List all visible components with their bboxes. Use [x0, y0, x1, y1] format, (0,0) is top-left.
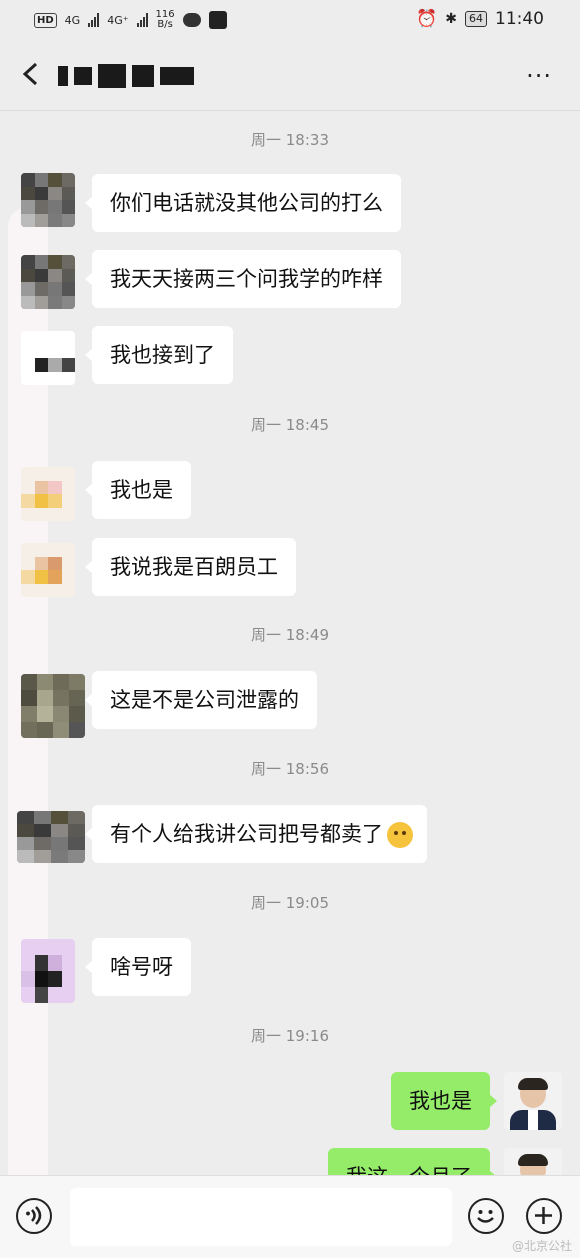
timestamp: 周一 19:16: [251, 1027, 329, 1045]
alarm-icon: ⏰: [416, 9, 438, 29]
network-4g-plus-label: 4G⁺: [107, 13, 129, 27]
voice-input-icon[interactable]: [16, 1198, 52, 1234]
avatar[interactable]: [21, 939, 75, 1003]
message-bubble[interactable]: 我说我是百朗员工: [85, 538, 296, 596]
timestamp: 周一 18:56: [251, 760, 329, 778]
avatar[interactable]: [21, 674, 85, 738]
network-speed: 116 B/s: [155, 9, 175, 30]
message-bubble[interactable]: 这是不是公司泄露的: [85, 671, 317, 729]
message-bubble[interactable]: 你们电话就没其他公司的打么: [85, 174, 401, 232]
message-bubble[interactable]: 我天天接两三个问我学的咋样: [85, 250, 401, 308]
my-avatar[interactable]: [504, 1148, 562, 1175]
message-bubble[interactable]: 我也接到了: [85, 326, 233, 384]
my-avatar[interactable]: [504, 1072, 562, 1130]
bluetooth-icon: ✱: [445, 11, 457, 27]
watermark: @北京公社: [511, 1239, 572, 1253]
smile-emoji-icon: [387, 822, 413, 848]
message-bubble[interactable]: 我也是: [85, 461, 191, 519]
message-input[interactable]: [70, 1188, 452, 1246]
avatar[interactable]: [21, 331, 75, 385]
chat-header: ···: [0, 42, 580, 111]
message-text: 有个人给我讲公司把号都卖了: [110, 822, 383, 846]
message-icon: [182, 13, 201, 27]
timestamp: 周一 18:45: [251, 416, 329, 434]
status-bar: HD 4G 4G⁺ 116 B/s ⏰ ✱ 64 11:40: [0, 0, 580, 42]
clock: 11:40: [495, 9, 544, 29]
timestamp: 周一 19:05: [251, 894, 329, 912]
timestamp: 周一 18:33: [251, 131, 329, 149]
avatar[interactable]: [21, 255, 75, 309]
message-bubble[interactable]: 有个人给我讲公司把号都卖了: [85, 805, 427, 863]
emoji-icon[interactable]: [468, 1198, 504, 1234]
more-options-icon[interactable]: ···: [526, 62, 552, 90]
signal-icon-2: [136, 13, 148, 27]
my-message-bubble[interactable]: 我也是: [391, 1072, 497, 1130]
signal-icon: [88, 13, 100, 27]
avatar[interactable]: [21, 467, 75, 521]
contact-name-pixelated: [58, 64, 194, 88]
my-message-bubble[interactable]: 我这一个月了: [328, 1148, 497, 1175]
plus-icon[interactable]: [526, 1198, 562, 1234]
avatar[interactable]: [21, 543, 75, 597]
back-arrow-icon[interactable]: [20, 62, 44, 86]
chat-area: 周一 18:33 你们电话就没其他公司的打么 我天天接两三个问我学的咋样 我也接…: [0, 111, 580, 1175]
message-bubble[interactable]: 啥号呀: [85, 938, 191, 996]
hd-badge: HD: [34, 12, 57, 28]
battery-indicator: 64: [465, 11, 487, 27]
timestamp: 周一 18:49: [251, 626, 329, 644]
input-bar: @北京公社: [0, 1175, 580, 1258]
network-4g-label: 4G: [64, 13, 81, 27]
app-icon: [208, 11, 227, 29]
avatar[interactable]: [21, 173, 75, 227]
avatar[interactable]: [17, 811, 85, 863]
